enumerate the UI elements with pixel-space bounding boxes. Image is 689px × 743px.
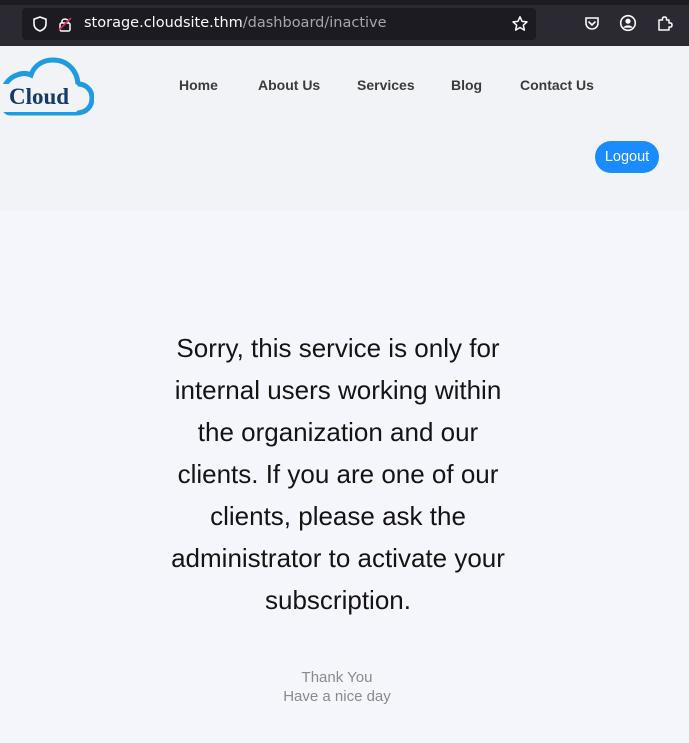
extensions-icon[interactable]: [656, 14, 674, 32]
url-host: storage.cloudsite.thm: [84, 15, 243, 31]
nav-blog[interactable]: Blog: [451, 77, 482, 93]
address-bar[interactable]: storage.cloudsite.thm/dashboard/inactive: [22, 8, 536, 40]
star-icon[interactable]: [511, 15, 529, 33]
nav-about-us[interactable]: About Us: [258, 77, 320, 93]
nav-contact-us[interactable]: Contact Us: [520, 77, 594, 93]
shield-icon[interactable]: [31, 15, 49, 33]
account-icon[interactable]: [619, 14, 637, 32]
nav-home[interactable]: Home: [179, 77, 218, 93]
thanks-line: Thank You: [301, 669, 373, 686]
url-text[interactable]: storage.cloudsite.thm/dashboard/inactive: [84, 15, 387, 31]
tab-strip-edge: [0, 0, 689, 5]
thanks-block: Thank You Have a nice day: [200, 668, 474, 706]
browser-toolbar: storage.cloudsite.thm/dashboard/inactive: [0, 0, 689, 46]
url-path: /dashboard/inactive: [242, 15, 387, 31]
inactive-message: Sorry, this service is only for internal…: [171, 333, 505, 615]
main-nav: Home About Us Services Blog Contact Us: [0, 77, 689, 97]
logout-button[interactable]: Logout: [595, 141, 659, 173]
main-content: Sorry, this service is only for internal…: [0, 211, 689, 743]
nav-services[interactable]: Services: [357, 77, 415, 93]
lock-icon[interactable]: [56, 15, 74, 33]
pocket-icon[interactable]: [583, 14, 601, 32]
nice-day-line: Have a nice day: [283, 688, 391, 705]
site-header: Cloud Home About Us Services Blog Contac…: [0, 46, 689, 211]
